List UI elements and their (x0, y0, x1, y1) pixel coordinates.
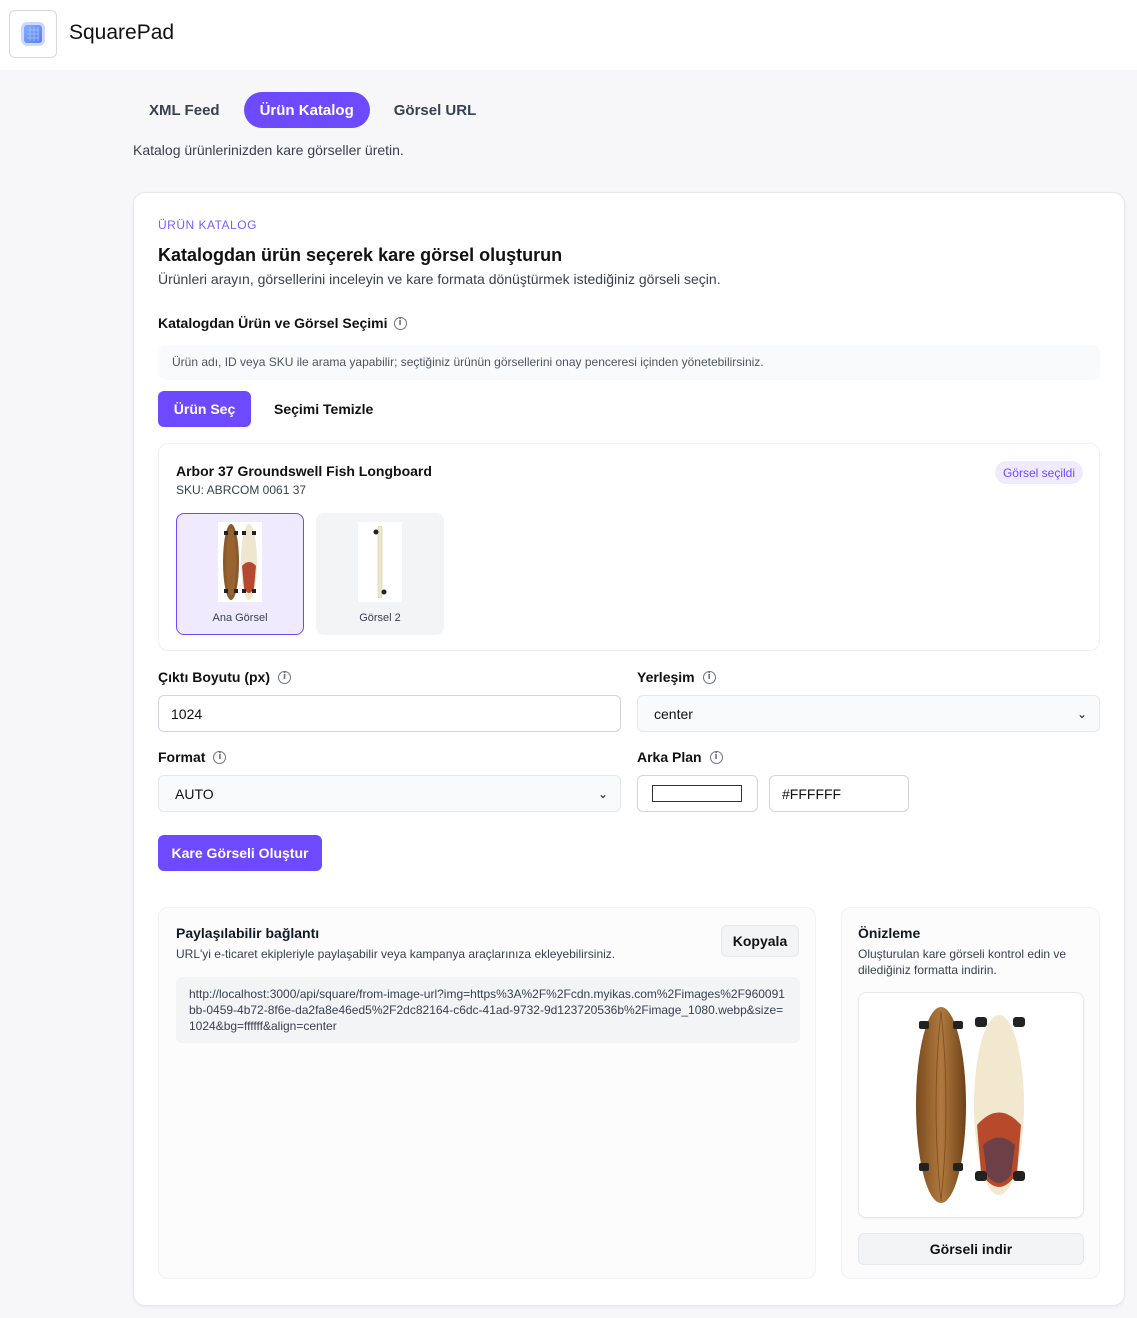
card-eyebrow: ÜRÜN KATALOG (158, 218, 257, 232)
info-icon[interactable]: i (213, 750, 227, 764)
top-bar: SquarePad (0, 0, 1137, 70)
preview-description: Oluşturulan kare görseli kontrol edin ve… (858, 947, 1067, 977)
selection-label: Katalogdan Ürün ve Görsel Seçimi i (158, 315, 407, 331)
info-icon[interactable]: i (709, 750, 723, 764)
tab-gorsel-url[interactable]: Görsel URL (378, 92, 493, 128)
app-title: SquarePad (69, 21, 175, 44)
copy-button[interactable]: Kopyala (721, 925, 799, 957)
info-icon[interactable]: i (702, 670, 716, 684)
image-option-label: Ana Görsel (212, 612, 268, 624)
preview-image (858, 992, 1084, 1218)
chevron-down-icon: ⌄ (1076, 706, 1087, 721)
image-option-label: Görsel 2 (359, 612, 401, 624)
format-select[interactable]: AUTO ⌄ (158, 775, 621, 812)
app-logo-icon[interactable] (9, 10, 57, 58)
image-option-main[interactable]: Ana Görsel (176, 513, 304, 635)
page-subtitle: Katalog ürünlerinizden kare görseller ür… (133, 142, 404, 158)
tab-urun-katalog[interactable]: Ürün Katalog (243, 92, 370, 128)
card-description: Ürünleri arayın, görsellerini inceleyin … (158, 271, 721, 287)
format-label-text: Format (158, 749, 206, 765)
placement-select[interactable]: center ⌄ (637, 695, 1100, 732)
placement-value: center (654, 705, 693, 722)
background-hex-value: #FFFFFF (782, 785, 842, 802)
output-size-label: Çıktı Boyutu (px) i (158, 669, 291, 685)
info-icon[interactable]: i (278, 670, 291, 684)
placement-label: Yerleşim i (637, 669, 716, 685)
product-sku: SKU: ABRCOM 0061 37 (176, 483, 307, 497)
tab-xml-feed[interactable]: XML Feed (133, 92, 236, 128)
preview-panel: Önizleme Oluşturulan kare görseli kontro… (841, 907, 1100, 1279)
format-label: Format i (158, 749, 227, 765)
selection-label-text: Katalogdan Ürün ve Görsel Seçimi (158, 315, 388, 331)
output-size-value: 1024 (171, 705, 203, 722)
share-title: Paylaşılabilir bağlantı (176, 925, 320, 941)
selected-product-panel: Arbor 37 Groundswell Fish Longboard SKU:… (158, 443, 1100, 651)
share-link-panel: Paylaşılabilir bağlantı URL'yi e-ticaret… (158, 907, 816, 1279)
catalog-card: ÜRÜN KATALOG Katalogdan ürün seçerek kar… (133, 192, 1125, 1306)
output-size-label-text: Çıktı Boyutu (px) (158, 669, 270, 685)
placement-label-text: Yerleşim (637, 669, 695, 685)
background-label: Arka Plan i (637, 749, 723, 765)
background-color-picker[interactable] (637, 775, 758, 812)
generate-square-button[interactable]: Kare Görseli Oluştur (158, 835, 322, 871)
longboard-side-thumbnail (358, 522, 402, 602)
preview-title: Önizleme (858, 925, 921, 941)
download-image-button[interactable]: Görseli indir (858, 1233, 1084, 1265)
output-size-input[interactable]: 1024 (158, 695, 621, 732)
selection-hint: Ürün adı, ID veya SKU ile arama yapabili… (158, 345, 1100, 380)
background-hex-input[interactable]: #FFFFFF (769, 775, 909, 812)
mode-tabs: XML Feed Ürün Katalog Görsel URL (133, 92, 492, 128)
share-description: URL'yi e-ticaret ekipleriyle paylaşabili… (176, 947, 616, 961)
product-name: Arbor 37 Groundswell Fish Longboard (176, 463, 432, 479)
info-icon[interactable]: i (393, 316, 407, 330)
color-swatch (652, 785, 742, 802)
status-badge: Görsel seçildi (994, 461, 1083, 484)
background-label-text: Arka Plan (637, 749, 702, 765)
longboard-thumbnail (218, 522, 262, 602)
share-url[interactable]: http://localhost:3000/api/square/from-im… (176, 977, 800, 1043)
clear-selection-button[interactable]: Seçimi Temizle (262, 391, 385, 427)
chevron-down-icon: ⌄ (597, 786, 608, 801)
format-value: AUTO (175, 785, 214, 802)
image-option-2[interactable]: Görsel 2 (316, 513, 444, 635)
select-product-button[interactable]: Ürün Seç (158, 391, 251, 427)
card-title: Katalogdan ürün seçerek kare görsel oluş… (158, 245, 563, 265)
